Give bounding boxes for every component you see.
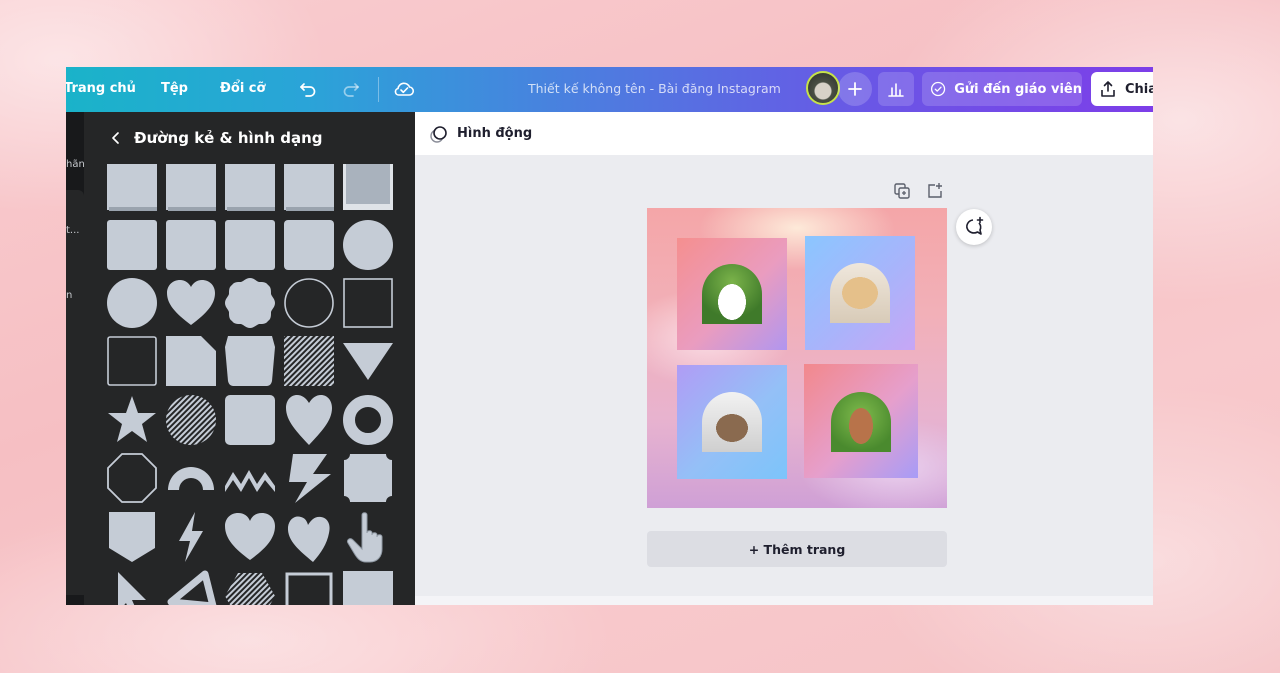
shape-ring[interactable] bbox=[342, 394, 394, 446]
animate-toolbar: Hình động bbox=[415, 112, 1153, 155]
panel-header: Đường kẻ & hình dạng bbox=[84, 112, 415, 164]
lightning-icon[interactable] bbox=[165, 511, 217, 563]
shape-scalloped-circle[interactable] bbox=[224, 277, 276, 329]
add-comment-button[interactable] bbox=[956, 209, 992, 245]
menu-resize[interactable]: Đổi cỡ bbox=[220, 81, 265, 96]
cursor-arrow-icon[interactable] bbox=[106, 570, 158, 605]
top-bar: Trang chủ Tệp Đổi cỡ Thiết kế không tên … bbox=[66, 67, 1153, 112]
toolbar-divider bbox=[378, 77, 379, 102]
photo-card-dog-sunglasses[interactable] bbox=[677, 365, 787, 479]
rail-item-3[interactable]: n bbox=[66, 290, 72, 301]
shape-lightning-bolt-wide[interactable] bbox=[283, 452, 335, 504]
shape-square[interactable] bbox=[106, 164, 158, 212]
share-label: Chia bbox=[1125, 81, 1153, 97]
check-circle-icon bbox=[930, 81, 946, 97]
photo-card-dog-grass[interactable] bbox=[804, 364, 918, 478]
shape-plaque[interactable] bbox=[342, 452, 394, 504]
menu-file[interactable]: Tệp bbox=[161, 81, 188, 96]
shape-square[interactable] bbox=[165, 164, 217, 212]
rail-item-2[interactable]: t... bbox=[66, 225, 79, 236]
shape-tag[interactable] bbox=[224, 335, 276, 387]
shape-circle[interactable] bbox=[342, 219, 394, 271]
shape-hatched-hexagon[interactable] bbox=[224, 570, 276, 605]
shape-rounded-square-outline[interactable] bbox=[106, 335, 158, 387]
shape-rounded-square[interactable] bbox=[165, 219, 217, 271]
send-to-teacher-button[interactable]: Gửi đến giáo viên bbox=[922, 72, 1082, 106]
shape-rounded-square[interactable] bbox=[224, 394, 276, 446]
photo-dog-grass bbox=[831, 392, 891, 452]
shape-star[interactable] bbox=[106, 394, 158, 446]
shape-square[interactable] bbox=[342, 570, 394, 605]
undo-icon[interactable] bbox=[296, 77, 320, 101]
plus-icon bbox=[848, 82, 862, 96]
design-canvas[interactable] bbox=[647, 208, 947, 508]
duplicate-page-icon[interactable] bbox=[893, 182, 911, 200]
shape-heart[interactable] bbox=[224, 511, 276, 563]
shape-heart-tall[interactable] bbox=[283, 394, 335, 446]
photo-dog-sunglasses bbox=[702, 392, 762, 452]
menu-home[interactable]: Trang chủ bbox=[66, 81, 136, 96]
canva-app: Trang chủ Tệp Đổi cỡ Thiết kế không tên … bbox=[66, 67, 1153, 605]
shape-rounded-square[interactable] bbox=[224, 219, 276, 271]
shape-folded-corner[interactable] bbox=[165, 335, 217, 387]
shape-heart[interactable] bbox=[165, 277, 217, 329]
editor-area: Hình động + Thêm trang bbox=[415, 112, 1153, 605]
send-to-teacher-label: Gửi đến giáo viên bbox=[954, 81, 1082, 97]
insights-button[interactable] bbox=[878, 72, 914, 106]
add-page-button[interactable]: + Thêm trang bbox=[647, 531, 947, 567]
chevron-left-icon[interactable] bbox=[110, 131, 122, 145]
shape-octagon-outline[interactable] bbox=[106, 452, 158, 504]
add-collaborator-button[interactable] bbox=[838, 72, 872, 106]
shape-circle[interactable] bbox=[106, 277, 158, 329]
photo-card-dog-white[interactable] bbox=[677, 238, 787, 350]
shape-hatched-circle[interactable] bbox=[165, 394, 217, 446]
bottom-bar bbox=[415, 596, 1153, 605]
shape-heart-hand-drawn[interactable] bbox=[283, 511, 335, 563]
shape-rounded-square[interactable] bbox=[106, 219, 158, 271]
shape-triangle-outline[interactable] bbox=[165, 570, 217, 605]
avatar[interactable] bbox=[806, 71, 840, 105]
shape-square[interactable] bbox=[224, 164, 276, 212]
redo-icon[interactable] bbox=[339, 77, 363, 101]
cloud-saved-icon[interactable] bbox=[392, 77, 416, 101]
shape-hatched-square[interactable] bbox=[283, 335, 335, 387]
share-button[interactable]: Chia bbox=[1091, 72, 1153, 106]
document-title[interactable]: Thiết kế không tên - Bài đăng Instagram bbox=[528, 81, 781, 96]
shape-shield[interactable] bbox=[106, 511, 158, 563]
share-icon bbox=[1101, 81, 1115, 97]
shape-rounded-square[interactable] bbox=[283, 219, 335, 271]
bar-chart-icon bbox=[888, 83, 904, 97]
rail-item-1[interactable]: hãn bbox=[66, 159, 85, 170]
shape-arch[interactable] bbox=[165, 452, 217, 504]
left-rail: hãn t... n bbox=[66, 112, 85, 605]
comment-add-icon bbox=[966, 216, 984, 235]
shape-circle-outline[interactable] bbox=[283, 277, 335, 329]
rail-active-bg bbox=[66, 190, 84, 595]
animate-icon[interactable] bbox=[429, 124, 449, 144]
panel-title: Đường kẻ & hình dạng bbox=[134, 129, 323, 147]
photo-cat bbox=[830, 263, 890, 323]
shape-square-outline-thick[interactable] bbox=[283, 570, 335, 605]
hand-pointer-icon[interactable] bbox=[342, 511, 394, 563]
shape-zigzag[interactable] bbox=[224, 452, 276, 504]
shape-framed-square[interactable] bbox=[342, 164, 394, 212]
shapes-panel: Đường kẻ & hình dạng bbox=[84, 112, 415, 605]
shape-triangle-down[interactable] bbox=[342, 335, 394, 387]
add-page-icon[interactable] bbox=[926, 182, 944, 200]
shape-square-outline[interactable] bbox=[342, 277, 394, 329]
photo-white-dog bbox=[702, 264, 762, 324]
animate-label[interactable]: Hình động bbox=[457, 126, 532, 141]
shape-square[interactable] bbox=[283, 164, 335, 212]
photo-card-cat[interactable] bbox=[805, 236, 915, 350]
